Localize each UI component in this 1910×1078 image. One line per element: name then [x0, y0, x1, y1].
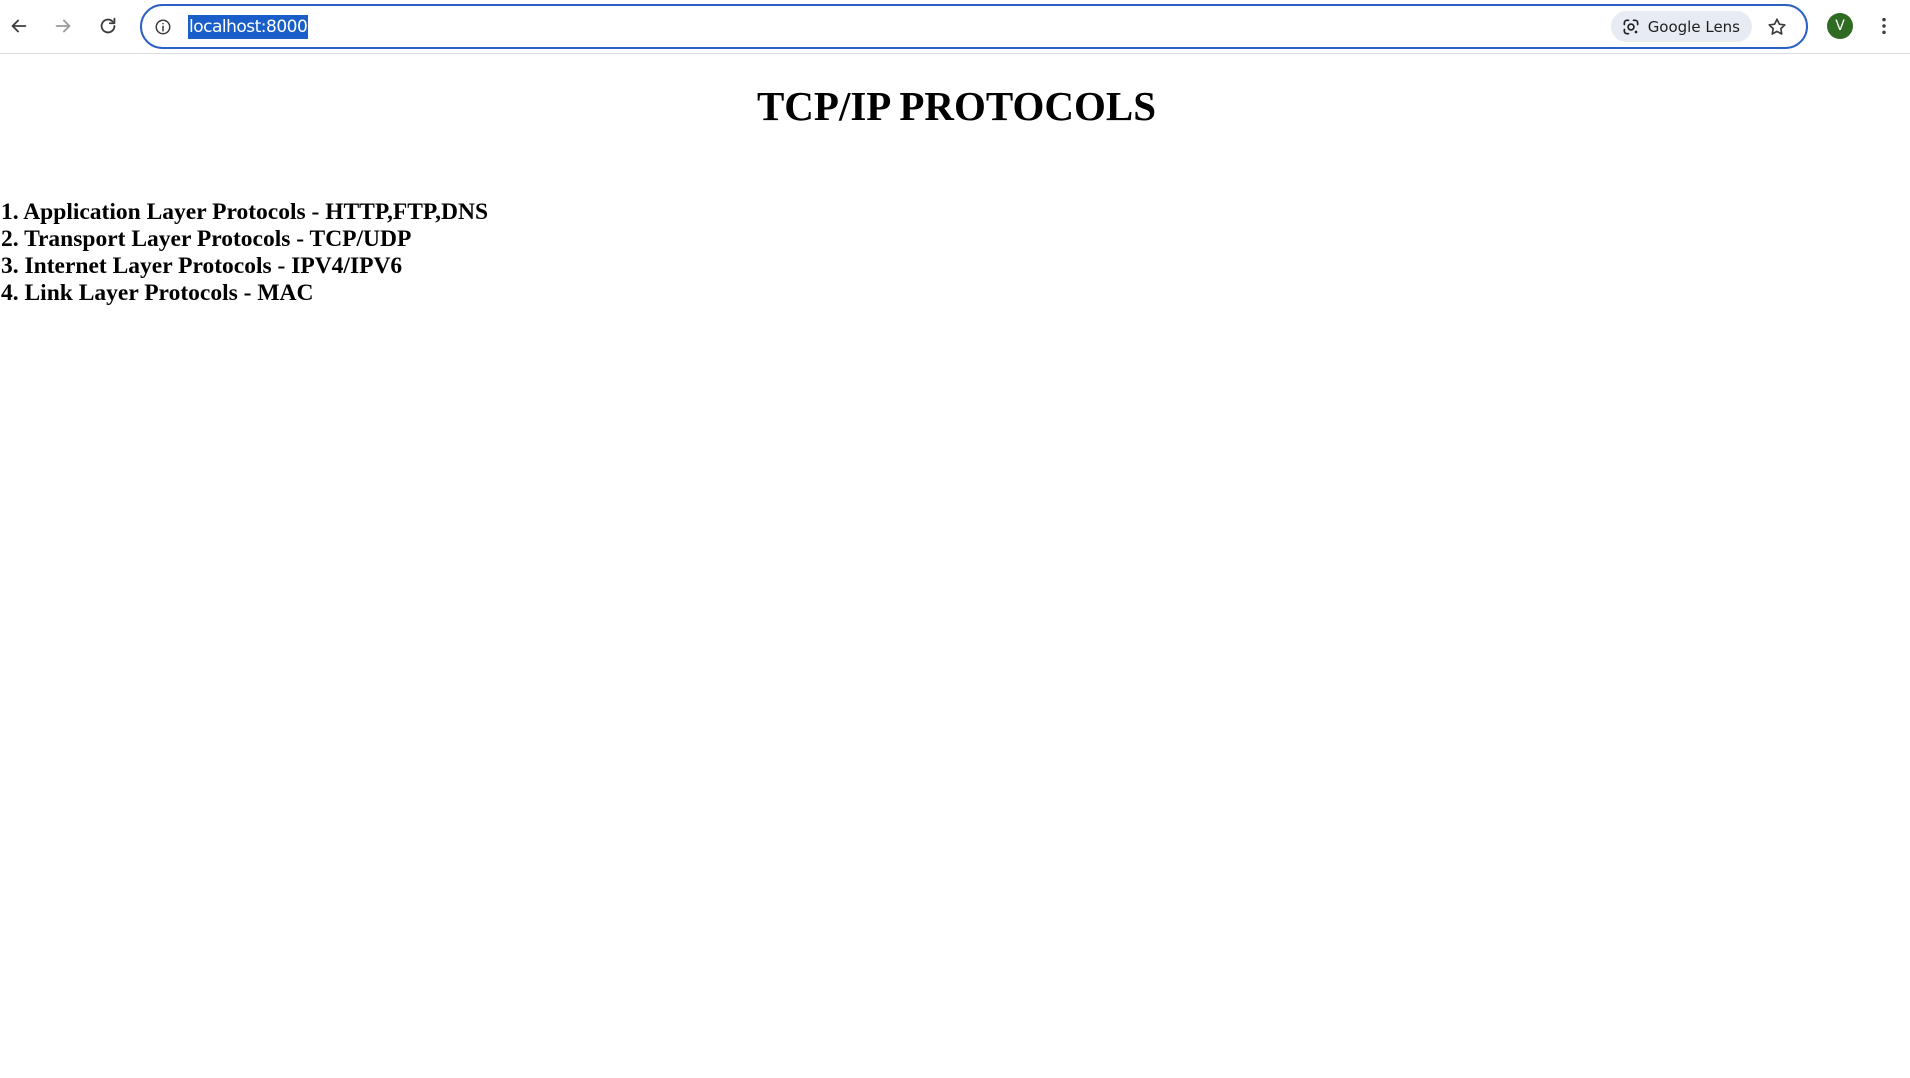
bookmark-button[interactable]	[1762, 12, 1792, 42]
url-text[interactable]: localhost:8000	[188, 15, 309, 39]
protocol-list: 1. Application Layer Protocols - HTTP,FT…	[0, 199, 1910, 307]
google-lens-label: Google Lens	[1647, 17, 1740, 36]
google-lens-button[interactable]: Google Lens	[1610, 11, 1752, 42]
list-item: 1. Application Layer Protocols - HTTP,FT…	[1, 199, 489, 225]
list-item: 3. Internet Layer Protocols - IPV4/IPV6	[1, 253, 403, 279]
browser-toolbar: localhost:8000 Google Lens V	[0, 0, 1910, 54]
info-icon	[155, 19, 171, 35]
reload-button[interactable]	[91, 9, 125, 43]
page-content: TCP/IP PROTOCOLS 1. Application Layer Pr…	[0, 55, 1910, 1078]
reload-icon	[100, 17, 116, 34]
list-item: 2. Transport Layer Protocols - TCP/UDP	[1, 226, 412, 252]
arrow-left-icon	[11, 19, 27, 33]
google-lens-icon	[1623, 19, 1639, 35]
arrow-right-icon	[55, 19, 71, 33]
browser-menu-button[interactable]	[1870, 12, 1898, 40]
site-info-button[interactable]	[150, 14, 176, 40]
profile-avatar[interactable]: V	[1827, 13, 1853, 39]
list-item: 4. Link Layer Protocols - MAC	[1, 280, 314, 306]
kebab-menu-icon	[1882, 17, 1886, 35]
address-bar[interactable]: localhost:8000 Google Lens	[140, 4, 1808, 49]
forward-button[interactable]	[46, 9, 80, 43]
star-icon	[1768, 18, 1786, 35]
back-button[interactable]	[2, 9, 36, 43]
page-title: TCP/IP PROTOCOLS	[756, 83, 1157, 129]
